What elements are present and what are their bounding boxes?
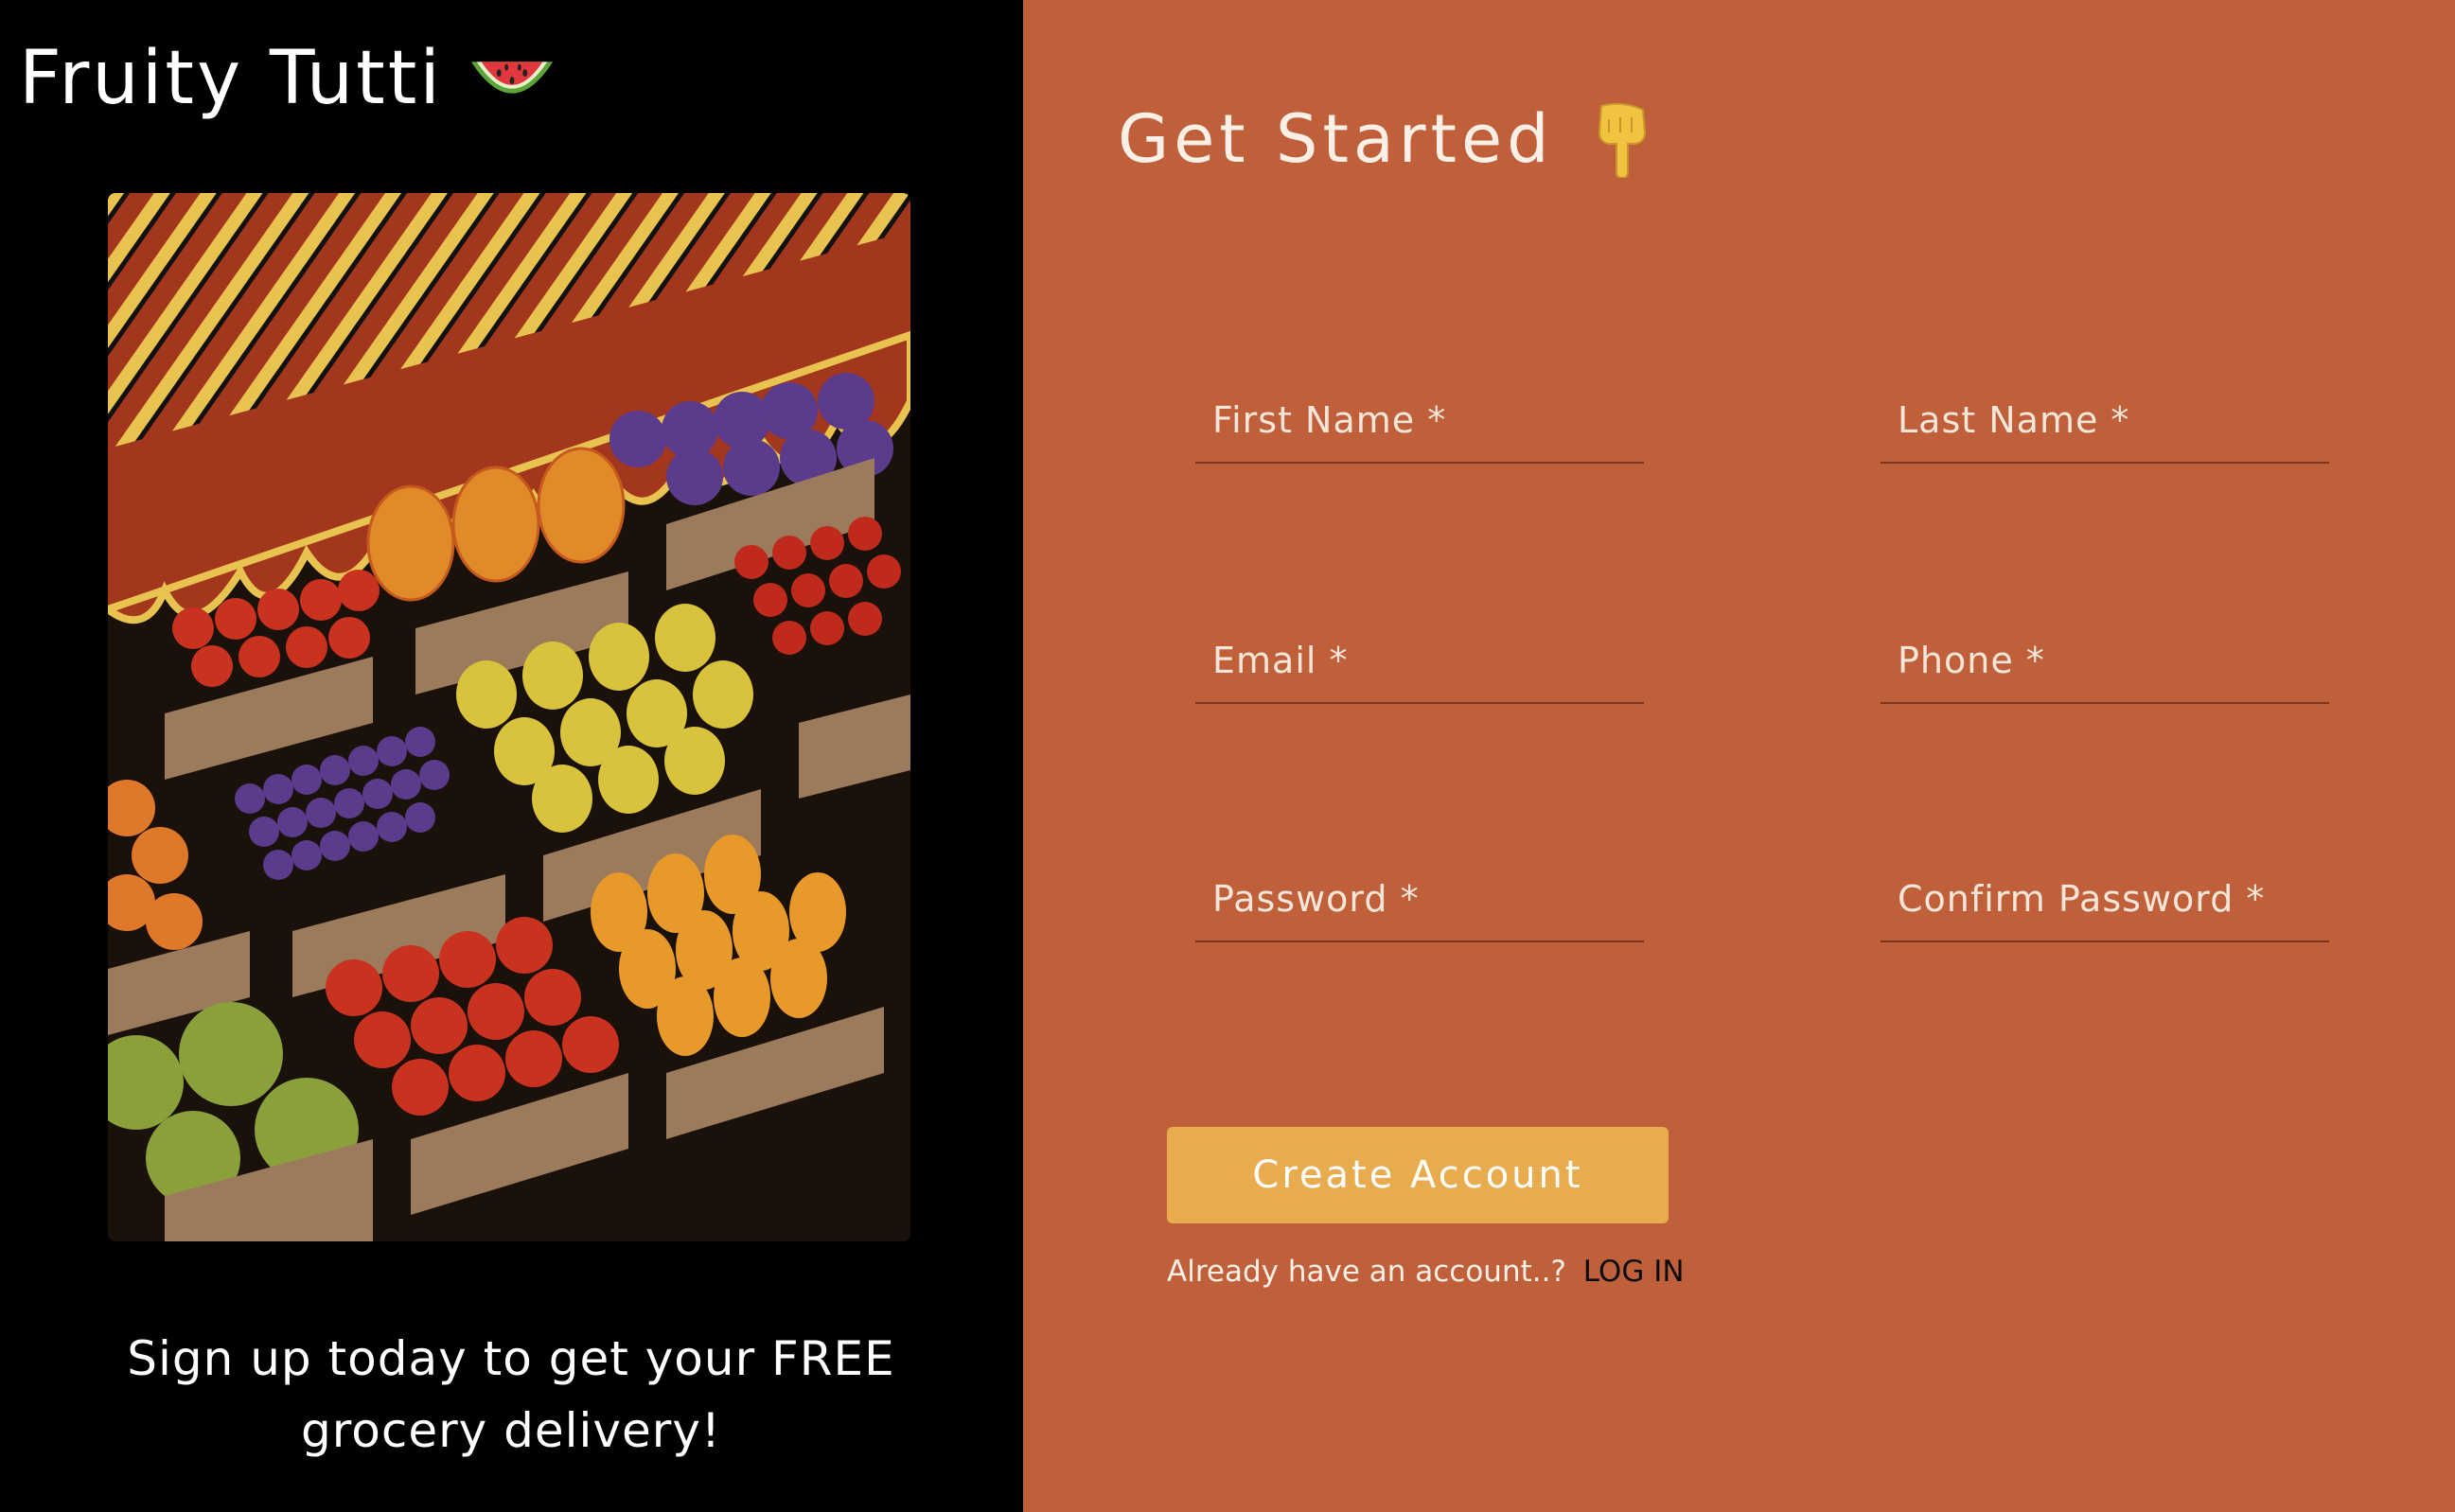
last-name-underline (1881, 462, 2329, 464)
login-link[interactable]: LOG IN (1583, 1255, 1685, 1289)
phone-field[interactable]: Phone * (1881, 621, 2333, 715)
tagline: Sign up today to get your FREE grocery d… (127, 1331, 895, 1458)
email-underline (1195, 702, 1644, 704)
password-underline (1195, 941, 1644, 942)
first-name-underline (1195, 462, 1644, 464)
left-panel: Fruity Tutti Sign up today to get your F… (0, 0, 1023, 1512)
last-name-label: Last Name * (1898, 399, 2130, 441)
phone-label: Phone * (1898, 640, 2045, 681)
fruit-stall-art (108, 193, 910, 1241)
right-panel: Get Started First Name * Last Name * Ema… (1023, 0, 2455, 1512)
first-name-label: First Name * (1212, 399, 1447, 441)
page-title: Get Started (1118, 100, 1554, 178)
form-heading: Get Started (1118, 100, 1652, 178)
password-field[interactable]: Password * (1195, 859, 1648, 954)
password-label: Password * (1212, 878, 1420, 920)
watermelon-icon (470, 62, 554, 94)
confirm-password-underline (1881, 941, 2329, 942)
confirm-password-field[interactable]: Confirm Password * (1881, 859, 2333, 954)
pointing-down-hand-icon (1598, 102, 1646, 178)
last-name-field[interactable]: Last Name * (1881, 380, 2333, 475)
confirm-password-label: Confirm Password * (1898, 878, 2266, 920)
create-account-button[interactable]: Create Account (1167, 1127, 1669, 1223)
signup-page: Fruity Tutti Sign up today to get your F… (0, 0, 2455, 1512)
email-field[interactable]: Email * (1195, 621, 1648, 715)
login-prompt-row: Already have an account..? LOG IN (1167, 1255, 1685, 1289)
phone-underline (1881, 702, 2329, 704)
brand-name: Fruity Tutti (19, 36, 443, 121)
login-prompt-text: Already have an account..? (1167, 1255, 1566, 1289)
brand: Fruity Tutti (19, 36, 558, 121)
email-label: Email * (1212, 640, 1349, 681)
first-name-field[interactable]: First Name * (1195, 380, 1648, 475)
fruit-market-illustration (108, 193, 910, 1241)
